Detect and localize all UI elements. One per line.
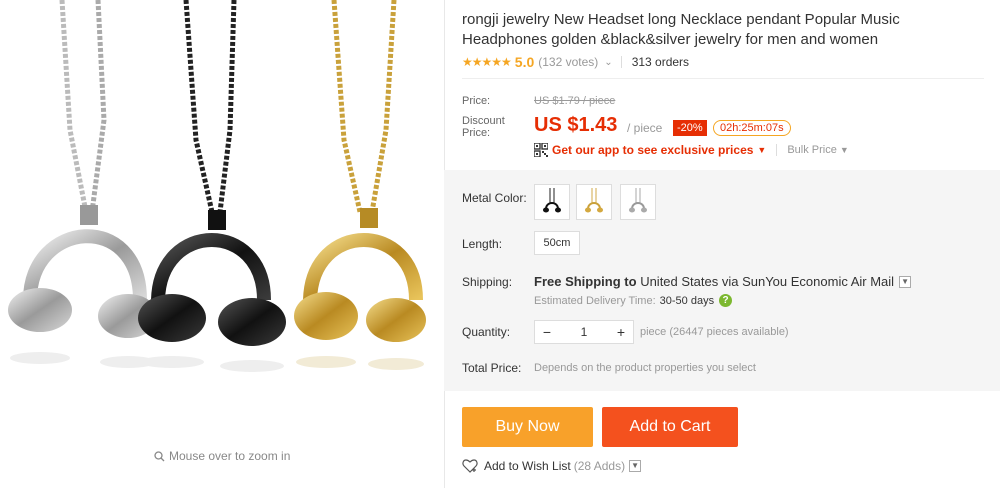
total-price-label: Total Price: <box>462 361 522 375</box>
product-image[interactable] <box>0 0 444 440</box>
heart-plus-icon <box>462 459 478 473</box>
gold-necklace <box>294 0 426 370</box>
product-image-gallery[interactable]: Mouse over to zoom in <box>0 0 444 488</box>
quantity-increase-button[interactable]: + <box>609 324 633 340</box>
divider <box>620 56 622 68</box>
bulk-price-label: Bulk Price <box>787 144 837 156</box>
black-headphone-thumbnail <box>543 188 561 213</box>
eta-days: 30-50 days <box>659 294 715 307</box>
color-swatch-gold[interactable] <box>576 184 612 220</box>
quantity-decrease-button[interactable]: − <box>535 324 559 340</box>
buy-now-button[interactable]: Buy Now <box>462 407 593 447</box>
metal-color-label: Metal Color: <box>462 191 527 205</box>
shipping-info: Free Shipping to United States via SunYo… <box>534 274 912 289</box>
color-swatch-black[interactable] <box>534 184 570 220</box>
quantity-label: Quantity: <box>462 325 511 339</box>
votes-link[interactable]: (132 votes) <box>538 55 598 69</box>
rating-row: ★★★★★ 5.0 (132 votes) ⌄ 313 orders <box>462 54 689 70</box>
color-swatch-silver[interactable] <box>620 184 656 220</box>
zoom-hint-text: Mouse over to zoom in <box>169 449 291 463</box>
star-rating-icon: ★★★★★ <box>462 55 512 69</box>
bulk-price-dropdown[interactable]: Bulk Price ▼ <box>787 144 848 156</box>
total-price-note: Depends on the product properties you se… <box>534 362 756 374</box>
eta-label: Estimated Delivery Time: <box>534 294 656 307</box>
product-title: rongji jewelry New Headset long Necklace… <box>462 11 900 48</box>
per-piece-label: / piece <box>627 121 663 135</box>
chevron-down-icon[interactable]: ⌄ <box>604 57 612 68</box>
zoom-hint: Mouse over to zoom in <box>154 449 290 463</box>
app-promo-link[interactable]: Get our app to see exclusive prices <box>552 143 753 157</box>
silver-headphone-thumbnail <box>629 188 647 213</box>
price-label: Price: <box>462 95 491 107</box>
discount-price-label: Discount Price: <box>462 115 505 139</box>
wishlist-count: (28 Adds) <box>573 459 626 473</box>
shipping-label: Shipping: <box>462 275 513 289</box>
countdown-timer: 02h:25m:07s <box>713 120 791 136</box>
length-option-50cm[interactable]: 50cm <box>534 231 580 255</box>
free-shipping-text: Free Shipping to <box>534 274 637 289</box>
caret-down-icon: ▼ <box>839 145 849 155</box>
product-options-panel: Metal Color: Length: 50cm Shipping: Free… <box>444 170 1000 391</box>
discount-badge: -20% <box>673 120 707 136</box>
magnifier-icon <box>154 450 165 461</box>
shipping-destination: United States via SunYou Economic Air Ma… <box>640 274 895 289</box>
delivery-estimate: Estimated Delivery Time: 30-50 days ? <box>534 294 733 307</box>
gold-headphone-thumbnail <box>585 188 603 213</box>
divider <box>776 144 778 156</box>
discount-price: US $1.43 <box>534 114 618 136</box>
add-to-wishlist-link[interactable]: Add to Wish List <box>484 459 571 473</box>
quantity-stepper[interactable]: − 1 + <box>534 320 634 344</box>
rating-value: 5.0 <box>514 54 535 70</box>
divider <box>462 78 984 79</box>
caret-down-icon[interactable]: ▼ <box>757 145 766 155</box>
silver-necklace <box>8 0 158 368</box>
quantity-input[interactable]: 1 <box>559 325 609 339</box>
help-icon[interactable]: ? <box>719 294 733 307</box>
qr-code-icon <box>534 143 548 157</box>
length-label: Length: <box>462 237 503 251</box>
app-promo-row: Get our app to see exclusive prices ▼ Bu… <box>534 143 849 157</box>
wishlist-row[interactable]: Add to Wish List (28 Adds) ▼ <box>462 459 642 473</box>
original-price: US $1.79 / piece <box>534 95 616 107</box>
wishlist-dropdown-icon[interactable]: ▼ <box>629 460 642 472</box>
orders-count: 313 orders <box>631 55 690 69</box>
quantity-availability: piece (26447 pieces available) <box>640 326 789 338</box>
add-to-cart-button[interactable]: Add to Cart <box>602 407 738 447</box>
shipping-dropdown-icon[interactable]: ▼ <box>899 275 912 288</box>
black-necklace <box>138 0 286 372</box>
